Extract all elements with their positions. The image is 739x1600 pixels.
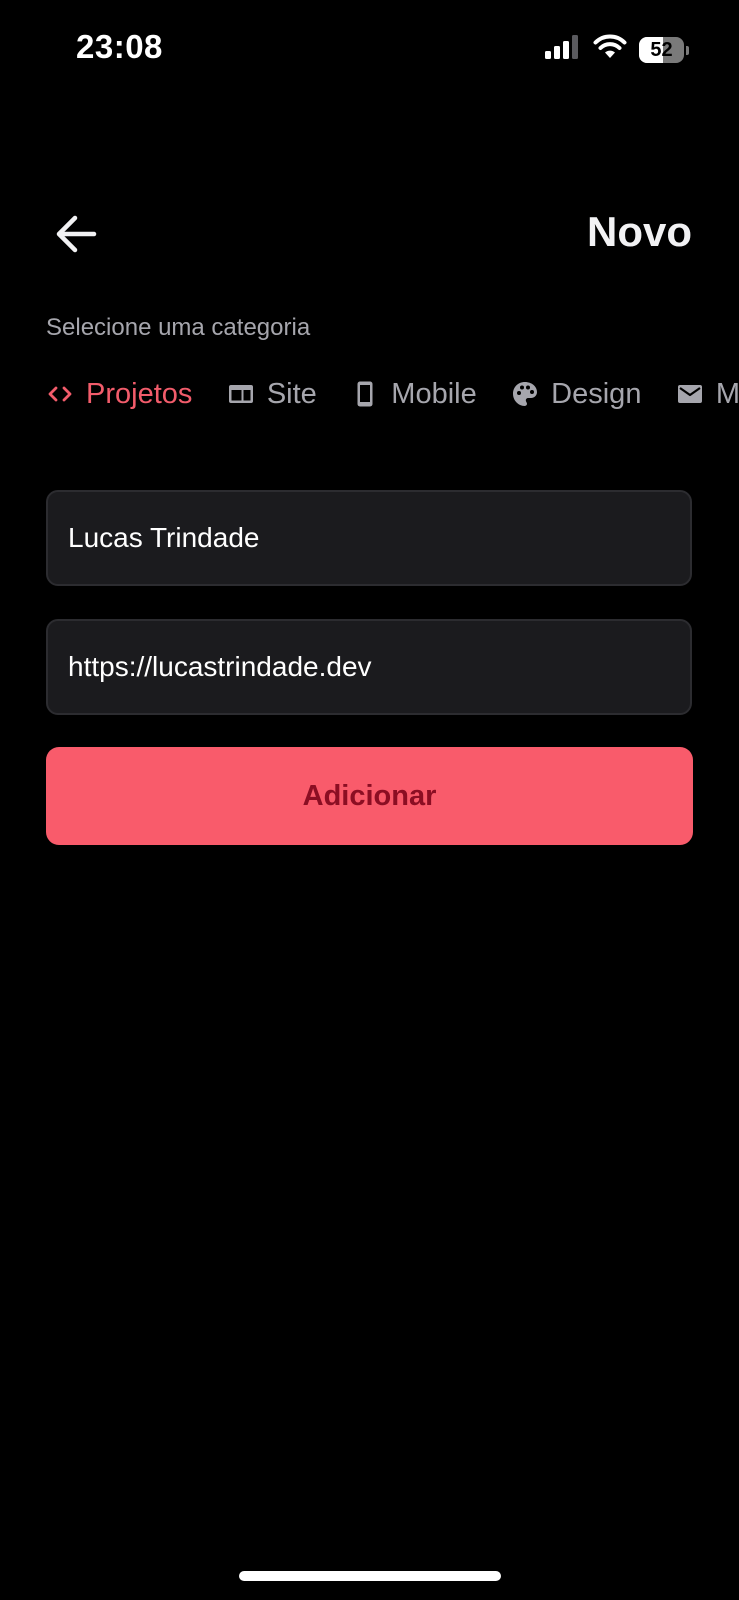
category-mobile[interactable]: Mobile bbox=[351, 370, 477, 418]
category-label-mobile: Mobile bbox=[391, 377, 477, 410]
category-label-mail: M bbox=[715, 377, 739, 410]
browser-window-icon bbox=[227, 380, 255, 408]
code-icon bbox=[46, 380, 74, 408]
status-bar: 23:08 52 bbox=[0, 0, 739, 100]
add-button[interactable]: Adicionar bbox=[46, 747, 693, 845]
category-design[interactable]: Design bbox=[511, 370, 641, 418]
home-indicator[interactable] bbox=[239, 1571, 501, 1581]
smartphone-icon bbox=[351, 380, 379, 408]
category-list: Projetos Site Mobile Design M bbox=[46, 370, 739, 418]
category-label-projetos: Projetos bbox=[86, 377, 193, 410]
wifi-icon bbox=[593, 34, 627, 65]
category-label-site: Site bbox=[266, 377, 317, 410]
battery-icon: 52 bbox=[639, 36, 689, 63]
arrow-left-icon bbox=[54, 214, 98, 259]
category-projetos[interactable]: Projetos bbox=[46, 370, 192, 418]
status-icons: 52 bbox=[545, 34, 689, 65]
page-title: Novo bbox=[587, 208, 692, 255]
category-mail[interactable]: M bbox=[676, 370, 739, 418]
category-label-design: Design bbox=[551, 377, 642, 410]
status-time: 23:08 bbox=[76, 28, 163, 65]
cellular-signal-icon bbox=[545, 35, 581, 64]
back-button[interactable] bbox=[50, 210, 102, 262]
name-input[interactable] bbox=[46, 490, 692, 586]
mail-icon bbox=[676, 380, 704, 408]
battery-level: 52 bbox=[650, 38, 673, 61]
palette-icon bbox=[511, 380, 539, 408]
category-label: Selecione uma categoria bbox=[46, 314, 311, 341]
url-input[interactable] bbox=[46, 619, 692, 715]
category-site[interactable]: Site bbox=[227, 370, 317, 418]
